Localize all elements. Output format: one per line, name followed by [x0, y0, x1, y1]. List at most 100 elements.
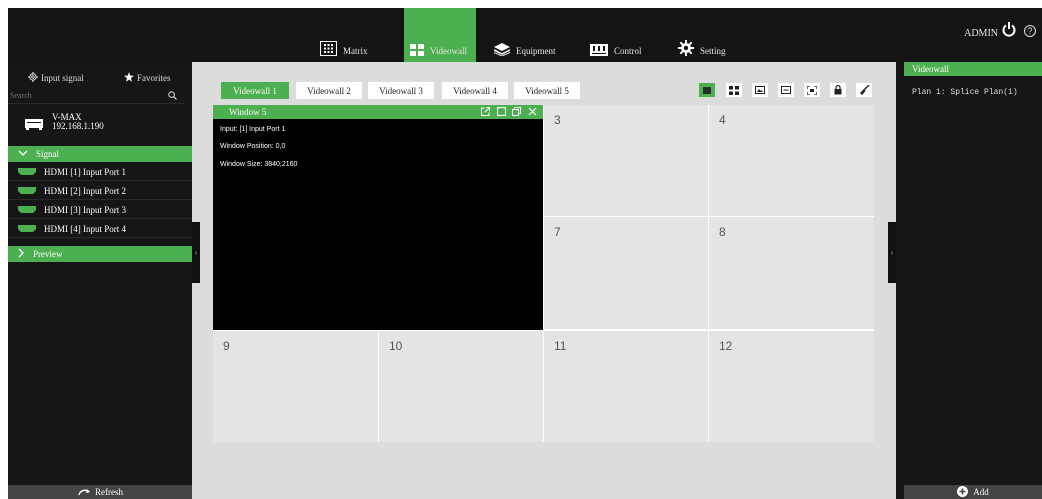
window-position-info: Window Position: 0,0	[220, 143, 286, 150]
lock-icon[interactable]	[830, 83, 846, 97]
input-signal-panel: Input signal Favorites V-MAX 192.168.1.1…	[8, 62, 192, 499]
window-title: Window 5	[229, 107, 267, 117]
fullscreen-icon[interactable]	[804, 83, 820, 97]
nav-item-videowall[interactable]: Videowall	[404, 8, 476, 62]
signal-group-header[interactable]: Signal	[8, 146, 192, 162]
tab-videowall-4[interactable]: Videowall 4	[442, 82, 508, 99]
left-tabs: Input signal Favorites	[8, 70, 192, 86]
refresh-label: Refresh	[95, 487, 123, 497]
nav-item-equipment[interactable]: Equipment	[494, 8, 556, 62]
power-icon[interactable]	[1002, 22, 1016, 42]
preview-group-header[interactable]: Preview	[8, 246, 192, 262]
screen-number: 8	[719, 225, 726, 239]
nav-label-matrix: Matrix	[343, 46, 368, 56]
nav-item-control[interactable]: Control	[590, 8, 642, 62]
screen-number: 12	[719, 339, 733, 353]
top-navigation-bar: Matrix Videowall Equipment Control Setti…	[8, 8, 1042, 62]
screen-number: 11	[554, 339, 567, 353]
clear-brush-icon[interactable]	[856, 83, 872, 97]
text-icon[interactable]	[778, 83, 794, 97]
signal-item-label: HDMI [2] Input Port 2	[44, 185, 126, 196]
nav-label-videowall: Videowall	[430, 46, 467, 56]
control-panel-icon	[590, 44, 608, 56]
plan-panel: Videowall Plan 1: Splice Plan(1) Add	[896, 62, 1042, 499]
single-screen-icon[interactable]	[699, 83, 715, 97]
tab-videowall-3[interactable]: Videowall 3	[368, 82, 434, 99]
add-plan-label: Add	[973, 487, 989, 497]
refresh-button[interactable]: Refresh	[8, 485, 192, 499]
tab-input-signal-label: Input signal	[41, 73, 84, 83]
nav-item-setting[interactable]: Setting	[678, 8, 726, 62]
screen-number: 9	[223, 339, 230, 353]
nav-label-setting: Setting	[700, 46, 726, 56]
screen-cell[interactable]: 8	[709, 217, 874, 329]
tab-favorites-label: Favorites	[137, 73, 171, 83]
star-icon	[124, 72, 134, 84]
window-input-info: Input: [1] Input Port 1	[220, 126, 286, 133]
screen-cell[interactable]: 11	[544, 331, 708, 442]
grid-icon[interactable]	[726, 83, 742, 97]
hdmi-port-icon	[18, 186, 36, 196]
signal-item-label: HDMI [3] Input Port 3	[44, 204, 126, 215]
gear-icon	[678, 40, 694, 56]
tab-videowall-2[interactable]: Videowall 2	[296, 82, 362, 99]
window-size-info: Window Size: 3840,2160	[220, 161, 298, 168]
gear-icon	[28, 72, 38, 84]
user-label[interactable]: ADMIN	[964, 28, 998, 39]
signal-window[interactable]: Window 5 Input: [1] Input Port 1 Window …	[213, 105, 543, 330]
window-titlebar[interactable]: Window 5	[213, 105, 543, 119]
videowall-canvas[interactable]: 3 4 7 8 9 10 11 12 Window 5 Input: [1] I…	[213, 105, 874, 442]
search-icon[interactable]	[168, 91, 177, 102]
tab-favorites[interactable]: Favorites	[124, 70, 171, 86]
matrix-icon	[320, 41, 337, 56]
signal-item-label: HDMI [4] Input Port 4	[44, 223, 126, 234]
device-box-icon	[25, 119, 43, 132]
signal-item[interactable]: HDMI [1] Input Port 1	[8, 163, 192, 181]
screen-number: 3	[554, 113, 561, 127]
screen-cell[interactable]: 12	[709, 331, 874, 442]
collapse-left-panel-button[interactable]: ‹	[192, 222, 200, 283]
maximize-icon[interactable]	[496, 106, 507, 117]
signal-item[interactable]: HDMI [2] Input Port 2	[8, 182, 192, 200]
open-external-icon[interactable]	[480, 106, 491, 117]
chevron-down-icon	[18, 149, 28, 159]
collapse-right-panel-button[interactable]: ›	[888, 222, 896, 283]
restore-icon[interactable]	[511, 106, 522, 117]
picture-icon[interactable]	[752, 83, 768, 97]
screen-number: 10	[389, 339, 403, 353]
screen-number: 4	[719, 113, 726, 127]
videowall-workspace: Videowall 1 Videowall 2 Videowall 3 Vide…	[192, 62, 896, 499]
help-icon[interactable]: ?	[1024, 25, 1036, 37]
tab-videowall-5[interactable]: Videowall 5	[514, 82, 580, 99]
add-plan-button[interactable]: Add	[904, 485, 1042, 499]
screen-cell[interactable]: 9	[213, 331, 378, 442]
preview-group-label: Preview	[33, 249, 63, 259]
chevron-right-icon	[18, 248, 25, 260]
nav-item-matrix[interactable]: Matrix	[320, 8, 368, 62]
close-icon[interactable]	[527, 106, 538, 117]
signal-item-label: HDMI [1] Input Port 1	[44, 166, 126, 177]
search-input[interactable]	[10, 89, 160, 102]
refresh-icon	[77, 487, 91, 498]
screen-cell[interactable]: 4	[709, 105, 874, 216]
videowall-grid-icon	[410, 44, 424, 56]
tab-input-signal[interactable]: Input signal	[28, 70, 84, 86]
screen-cell[interactable]: 7	[544, 217, 708, 329]
device-item[interactable]: V-MAX 192.168.1.190	[8, 107, 192, 147]
hdmi-port-icon	[18, 224, 36, 234]
layers-icon	[494, 43, 510, 56]
screen-number: 7	[554, 225, 561, 239]
hdmi-port-icon	[18, 167, 36, 177]
plan-panel-header[interactable]: Videowall	[904, 62, 1042, 76]
screen-cell[interactable]: 10	[379, 331, 543, 442]
plan-panel-title: Videowall	[912, 64, 949, 74]
screen-cell[interactable]: 3	[544, 105, 708, 216]
nav-label-equipment: Equipment	[516, 46, 556, 56]
signal-item[interactable]: HDMI [4] Input Port 4	[8, 220, 192, 238]
tab-videowall-1[interactable]: Videowall 1	[221, 82, 289, 99]
signal-item[interactable]: HDMI [3] Input Port 3	[8, 201, 192, 219]
signal-group-label: Signal	[36, 149, 60, 159]
device-ip: 192.168.1.190	[52, 121, 104, 131]
nav-label-control: Control	[614, 46, 642, 56]
plan-list-item[interactable]: Plan 1: Splice Plan(1)	[912, 88, 1018, 97]
